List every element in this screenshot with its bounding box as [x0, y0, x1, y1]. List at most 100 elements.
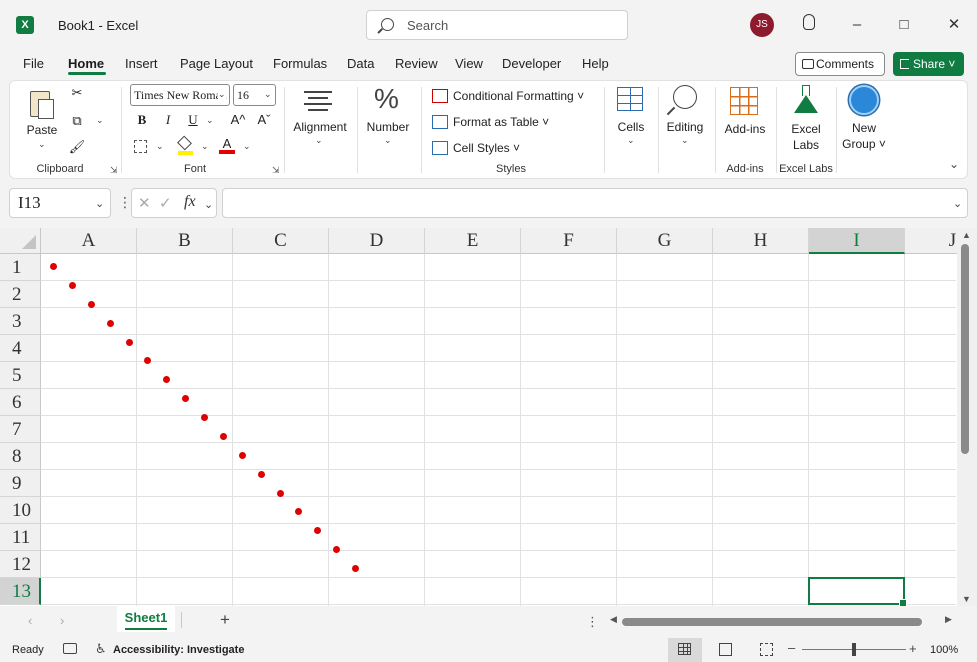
- editing-dropdown-icon[interactable]: ⌄: [681, 135, 689, 146]
- scatter-dot[interactable]: [125, 338, 133, 346]
- maximize-icon[interactable]: □: [893, 14, 915, 36]
- number-dropdown-icon[interactable]: ⌄: [384, 135, 392, 146]
- column-header-b[interactable]: B: [137, 228, 233, 254]
- scatter-dot[interactable]: [238, 451, 246, 459]
- conditional-formatting-button[interactable]: Conditional Formatting ˅: [432, 88, 584, 104]
- column-header-f[interactable]: F: [521, 228, 617, 254]
- enter-check-icon[interactable]: ✓: [159, 194, 172, 212]
- row-header-3[interactable]: 3: [0, 308, 41, 335]
- cells-dropdown-icon[interactable]: ⌄: [627, 135, 635, 146]
- scatter-dot[interactable]: [219, 432, 227, 440]
- formula-input[interactable]: ⌄: [222, 188, 968, 218]
- column-header-a[interactable]: A: [41, 228, 137, 254]
- expand-formula-icon[interactable]: ⌄: [953, 197, 962, 210]
- font-launcher-icon[interactable]: ⇲: [272, 165, 280, 176]
- sheet-tab-sheet1[interactable]: Sheet1: [117, 606, 175, 632]
- zoom-slider-thumb[interactable]: [852, 643, 856, 656]
- column-header-e[interactable]: E: [425, 228, 521, 254]
- fill-color-icon[interactable]: [177, 135, 193, 155]
- alignment-icon[interactable]: [304, 91, 332, 113]
- column-header-c[interactable]: C: [233, 228, 329, 254]
- column-header-h[interactable]: H: [713, 228, 809, 254]
- excel-labs-label-line2[interactable]: Labs: [780, 138, 832, 152]
- scatter-dot[interactable]: [333, 546, 341, 554]
- page-break-view-icon[interactable]: [760, 643, 773, 656]
- row-header-1[interactable]: 1: [0, 254, 41, 281]
- cell-styles-button[interactable]: Cell Styles ˅: [432, 140, 520, 156]
- excel-labs-label-line1[interactable]: Excel: [780, 122, 832, 136]
- tab-help[interactable]: Help: [582, 56, 609, 71]
- minimize-icon[interactable]: –: [846, 14, 868, 36]
- row-header-9[interactable]: 9: [0, 470, 41, 497]
- paste-button[interactable]: Paste: [24, 123, 60, 137]
- active-cell-I13[interactable]: [808, 577, 907, 606]
- scatter-dot[interactable]: [276, 489, 284, 497]
- more-options-icon[interactable]: ⋮: [118, 194, 132, 211]
- insert-function-button[interactable]: fx: [184, 193, 196, 211]
- row-header-12[interactable]: 12: [0, 551, 41, 578]
- normal-view-icon[interactable]: [678, 643, 691, 655]
- tab-review[interactable]: Review: [395, 56, 438, 71]
- decrease-font-button[interactable]: Aˇ: [254, 112, 274, 127]
- add-ins-button[interactable]: Add-ins: [718, 122, 772, 136]
- underline-button[interactable]: U: [183, 112, 203, 128]
- ribbon-collapse-icon[interactable]: ⌄: [949, 157, 959, 171]
- scatter-dot[interactable]: [352, 565, 359, 572]
- number-button[interactable]: Number: [360, 120, 416, 134]
- scatter-dot[interactable]: [201, 414, 208, 421]
- copy-icon[interactable]: ⧉: [67, 113, 87, 129]
- font-size-dropdown-icon[interactable]: ⌄: [264, 89, 272, 100]
- tab-view[interactable]: View: [455, 56, 483, 71]
- borders-dropdown-icon[interactable]: ⌄: [156, 141, 164, 152]
- column-header-d[interactable]: D: [329, 228, 425, 254]
- row-header-8[interactable]: 8: [0, 443, 41, 470]
- format-as-table-button[interactable]: Format as Table ˅: [432, 114, 549, 130]
- alignment-dropdown-icon[interactable]: ⌄: [315, 135, 323, 146]
- row-header-11[interactable]: 11: [0, 524, 41, 551]
- scatter-dot[interactable]: [50, 263, 57, 270]
- tab-insert[interactable]: Insert: [125, 56, 158, 71]
- scroll-up-icon[interactable]: ▲: [962, 230, 971, 240]
- scatter-dot[interactable]: [295, 508, 303, 516]
- cancel-icon[interactable]: ✕: [138, 194, 151, 212]
- zoom-in-button[interactable]: +: [909, 641, 917, 656]
- format-painter-icon[interactable]: 🖌: [67, 139, 87, 155]
- editing-button[interactable]: Editing: [660, 120, 710, 134]
- sheet-options-icon[interactable]: ⋮: [586, 614, 599, 630]
- row-header-10[interactable]: 10: [0, 497, 41, 524]
- editing-search-icon[interactable]: [673, 85, 697, 109]
- search-box[interactable]: Search: [366, 10, 628, 40]
- user-avatar[interactable]: JS: [750, 13, 774, 37]
- tab-file[interactable]: File: [23, 56, 44, 71]
- fill-color-dropdown-icon[interactable]: ⌄: [201, 141, 209, 152]
- tab-developer[interactable]: Developer: [502, 56, 561, 71]
- column-header-g[interactable]: G: [617, 228, 713, 254]
- percent-icon[interactable]: %: [374, 83, 399, 115]
- row-header-6[interactable]: 6: [0, 389, 41, 416]
- select-all-button[interactable]: [0, 228, 41, 254]
- alignment-button[interactable]: Alignment: [288, 120, 352, 134]
- lightbulb-icon[interactable]: [803, 14, 815, 30]
- prev-sheet-icon[interactable]: ‹: [28, 613, 32, 628]
- font-name-select[interactable]: Times New Roman: [130, 84, 230, 106]
- comments-button[interactable]: Comments: [795, 52, 885, 76]
- new-group-button[interactable]: Group ˅: [838, 137, 890, 151]
- zoom-level[interactable]: 100%: [930, 644, 958, 656]
- add-sheet-button[interactable]: +: [220, 610, 230, 630]
- borders-icon[interactable]: [134, 140, 147, 153]
- tab-home[interactable]: Home: [68, 56, 104, 71]
- scatter-dot[interactable]: [144, 357, 152, 365]
- column-header-i[interactable]: I: [809, 228, 905, 254]
- tab-data[interactable]: Data: [347, 56, 374, 71]
- row-header-7[interactable]: 7: [0, 416, 41, 443]
- cells-icon[interactable]: [617, 87, 643, 111]
- row-header-13[interactable]: 13: [0, 578, 41, 605]
- clipboard-launcher-icon[interactable]: ⇲: [110, 165, 118, 176]
- scatter-dot[interactable]: [87, 300, 95, 308]
- scroll-down-icon[interactable]: ▼: [962, 594, 971, 604]
- bold-button[interactable]: B: [132, 112, 152, 128]
- increase-font-button[interactable]: A^: [228, 112, 248, 127]
- scatter-dot[interactable]: [163, 376, 171, 384]
- scatter-dot[interactable]: [257, 470, 265, 478]
- row-header-2[interactable]: 2: [0, 281, 41, 308]
